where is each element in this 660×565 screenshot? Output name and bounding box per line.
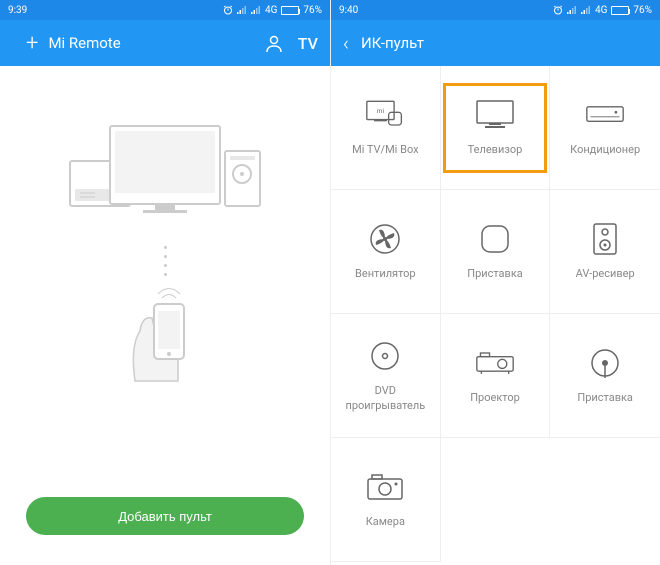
category-satellite[interactable]: Приставка — [550, 314, 660, 438]
category-label: Проектор — [470, 391, 520, 405]
category-label: AV-ресивер — [576, 267, 635, 281]
profile-icon[interactable] — [264, 33, 284, 53]
status-bar: 9:40 4G 76% — [331, 0, 660, 20]
category-ac[interactable]: Кондиционер — [550, 66, 660, 190]
signal-icon — [251, 5, 261, 15]
tv-icon — [475, 97, 515, 133]
screen-home: 9:39 4G 76% + Mi Remote TV — [0, 0, 330, 565]
network-label: 4G — [265, 5, 277, 16]
camera-icon — [365, 469, 405, 505]
devices-illustration — [65, 116, 265, 226]
ac-icon — [585, 97, 625, 133]
signal-icon — [567, 5, 577, 15]
category-label: Кондиционер — [570, 143, 640, 157]
category-projector[interactable]: Проектор — [441, 314, 551, 438]
category-label: Приставка — [467, 267, 523, 281]
category-label: Камера — [366, 515, 405, 529]
status-time: 9:40 — [339, 5, 358, 16]
category-av[interactable]: AV-ресивер — [550, 190, 660, 314]
satellite-icon — [585, 345, 625, 381]
tv-tab-icon[interactable]: TV — [298, 34, 318, 53]
network-label: 4G — [595, 5, 607, 16]
alarm-icon — [553, 5, 563, 15]
category-mitv[interactable]: mi Mi TV/Mi Box — [331, 66, 441, 190]
alarm-icon — [223, 5, 233, 15]
category-label: Вентилятор — [355, 267, 416, 281]
screen-categories: 9:40 4G 76% ‹ ИК-пульт mi Mi TV/Mi Box Тел… — [330, 0, 660, 565]
status-bar: 9:39 4G 76% — [0, 0, 330, 20]
connection-dots — [164, 246, 167, 276]
app-title: Mi Remote — [48, 34, 249, 52]
battery-pct: 76% — [633, 5, 652, 16]
fan-icon — [365, 221, 405, 257]
add-icon[interactable]: + — [26, 31, 38, 56]
category-label: DVD проигрыватель — [335, 384, 436, 413]
category-grid: mi Mi TV/Mi Box Телевизор Кондиционер Вентил… — [331, 66, 660, 562]
status-time: 9:39 — [8, 5, 27, 16]
mitv-icon: mi — [365, 97, 405, 133]
category-label: Mi TV/Mi Box — [352, 143, 418, 157]
category-dvd[interactable]: DVD проигрыватель — [331, 314, 441, 438]
app-bar: + Mi Remote TV — [0, 20, 330, 66]
category-label: Телевизор — [468, 143, 523, 157]
signal-icon — [237, 5, 247, 15]
app-bar: ‹ ИК-пульт — [331, 20, 660, 66]
category-camera[interactable]: Камера — [331, 438, 441, 562]
add-remote-button[interactable]: Добавить пульт — [26, 497, 304, 535]
category-tv[interactable]: Телевизор — [441, 66, 551, 190]
status-indicators: 4G 76% — [553, 5, 652, 16]
back-icon[interactable]: ‹ — [343, 31, 349, 55]
category-label: Приставка — [577, 391, 633, 405]
page-title: ИК-пульт — [361, 34, 648, 52]
status-indicators: 4G 76% — [223, 5, 322, 16]
dvd-icon — [365, 338, 405, 374]
category-stb[interactable]: Приставка — [441, 190, 551, 314]
stb-icon — [475, 221, 515, 257]
svg-text:mi: mi — [377, 108, 385, 116]
av-icon — [585, 221, 625, 257]
add-remote-label: Добавить пульт — [118, 509, 212, 524]
battery-pct: 76% — [303, 5, 322, 16]
projector-icon — [475, 345, 515, 381]
empty-state — [0, 66, 330, 466]
signal-icon — [581, 5, 591, 15]
hand-phone-illustration — [120, 286, 210, 386]
battery-icon — [281, 6, 299, 15]
battery-icon — [611, 6, 629, 15]
category-fan[interactable]: Вентилятор — [331, 190, 441, 314]
